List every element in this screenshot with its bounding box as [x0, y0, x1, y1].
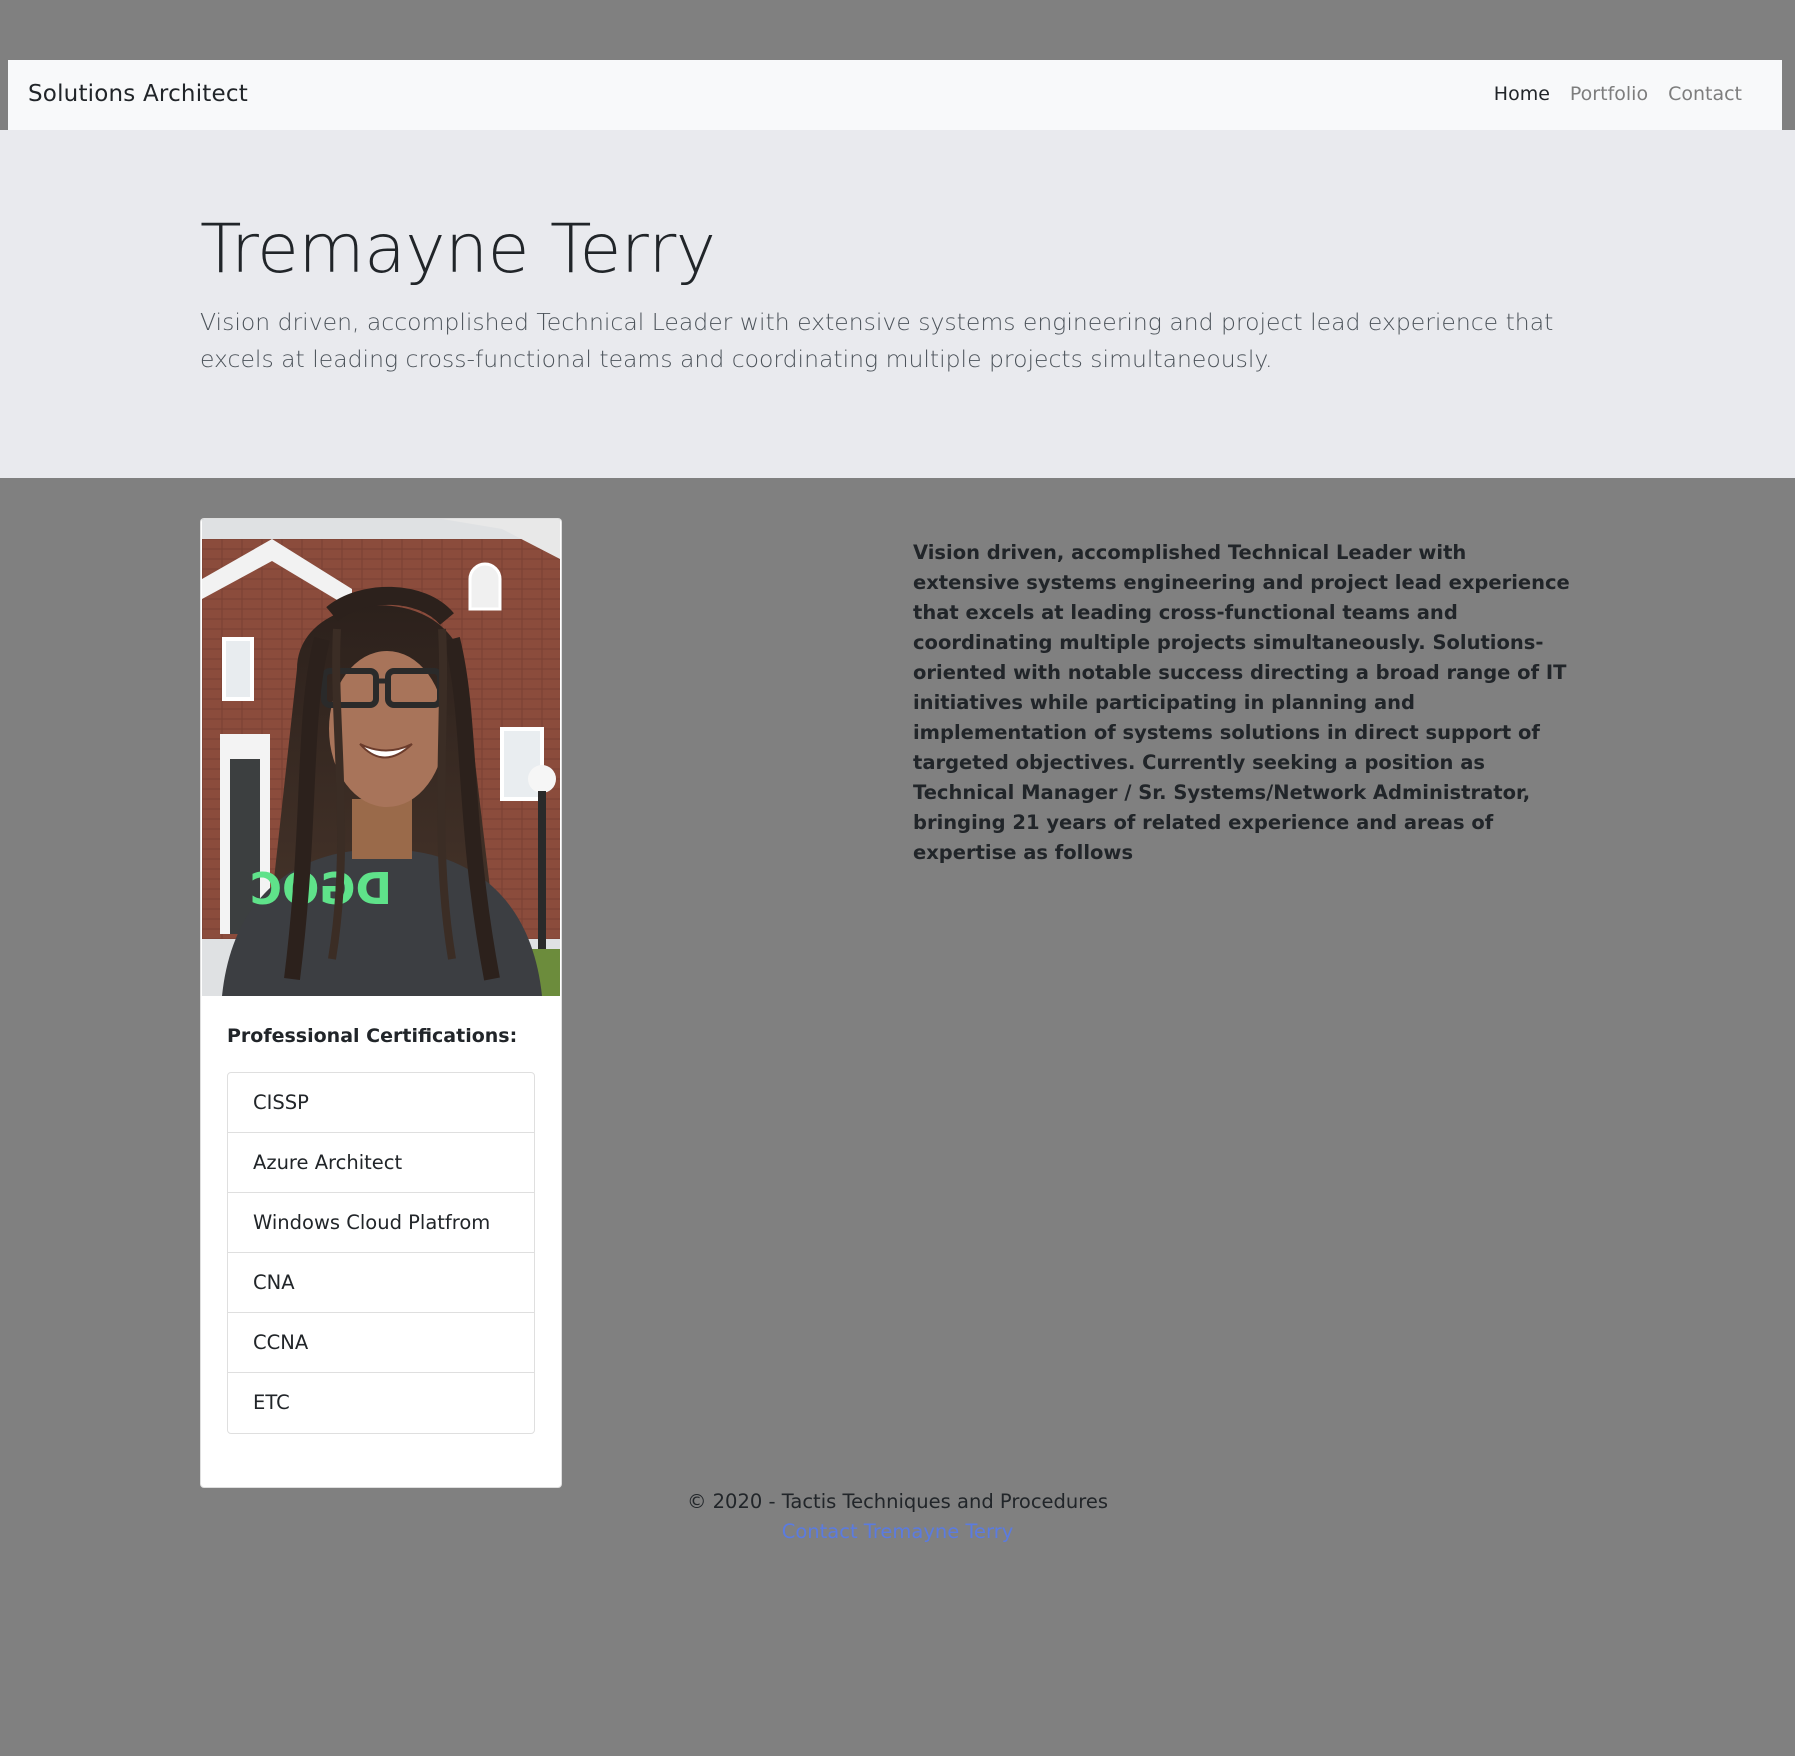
- navbar-brand[interactable]: Solutions Architect: [28, 81, 248, 107]
- navbar: Solutions Architect Home Portfolio Conta…: [8, 60, 1782, 130]
- nav-links: Home Portfolio Contact: [1484, 83, 1752, 105]
- nav-link-home[interactable]: Home: [1484, 83, 1560, 105]
- profile-photo: DGOC: [202, 519, 560, 996]
- footer: © 2020 - Tactis Techniques and Procedure…: [0, 1487, 1795, 1547]
- hero-title: Tremayne Terry: [200, 210, 716, 289]
- list-item: CCNA: [228, 1313, 534, 1373]
- hero-lead: Vision driven, accomplished Technical Le…: [200, 308, 1554, 373]
- list-item: Azure Architect: [228, 1133, 534, 1193]
- footer-copyright: © 2020 - Tactis Techniques and Procedure…: [686, 1490, 1109, 1513]
- svg-text:DGOC: DGOC: [250, 864, 392, 915]
- nav-link-portfolio[interactable]: Portfolio: [1560, 83, 1658, 105]
- list-item: Windows Cloud Platfrom: [228, 1193, 534, 1253]
- nav-link-contact[interactable]: Contact: [1658, 83, 1752, 105]
- list-item: CISSP: [228, 1073, 534, 1133]
- bio-text: Vision driven, accomplished Technical Le…: [913, 541, 1570, 864]
- list-item: CNA: [228, 1253, 534, 1313]
- footer-contact-link[interactable]: Contact Tremayne Terry: [782, 1520, 1014, 1543]
- certifications-title: Professional Certifications:: [227, 1025, 518, 1047]
- certifications-list: CISSP Azure Architect Windows Cloud Plat…: [227, 1072, 535, 1434]
- profile-card: DGOC Professional Certifications: CISSP …: [200, 518, 562, 1488]
- hero-jumbotron: Tremayne Terry Vision driven, accomplish…: [0, 130, 1795, 478]
- list-item: ETC: [253, 1391, 290, 1414]
